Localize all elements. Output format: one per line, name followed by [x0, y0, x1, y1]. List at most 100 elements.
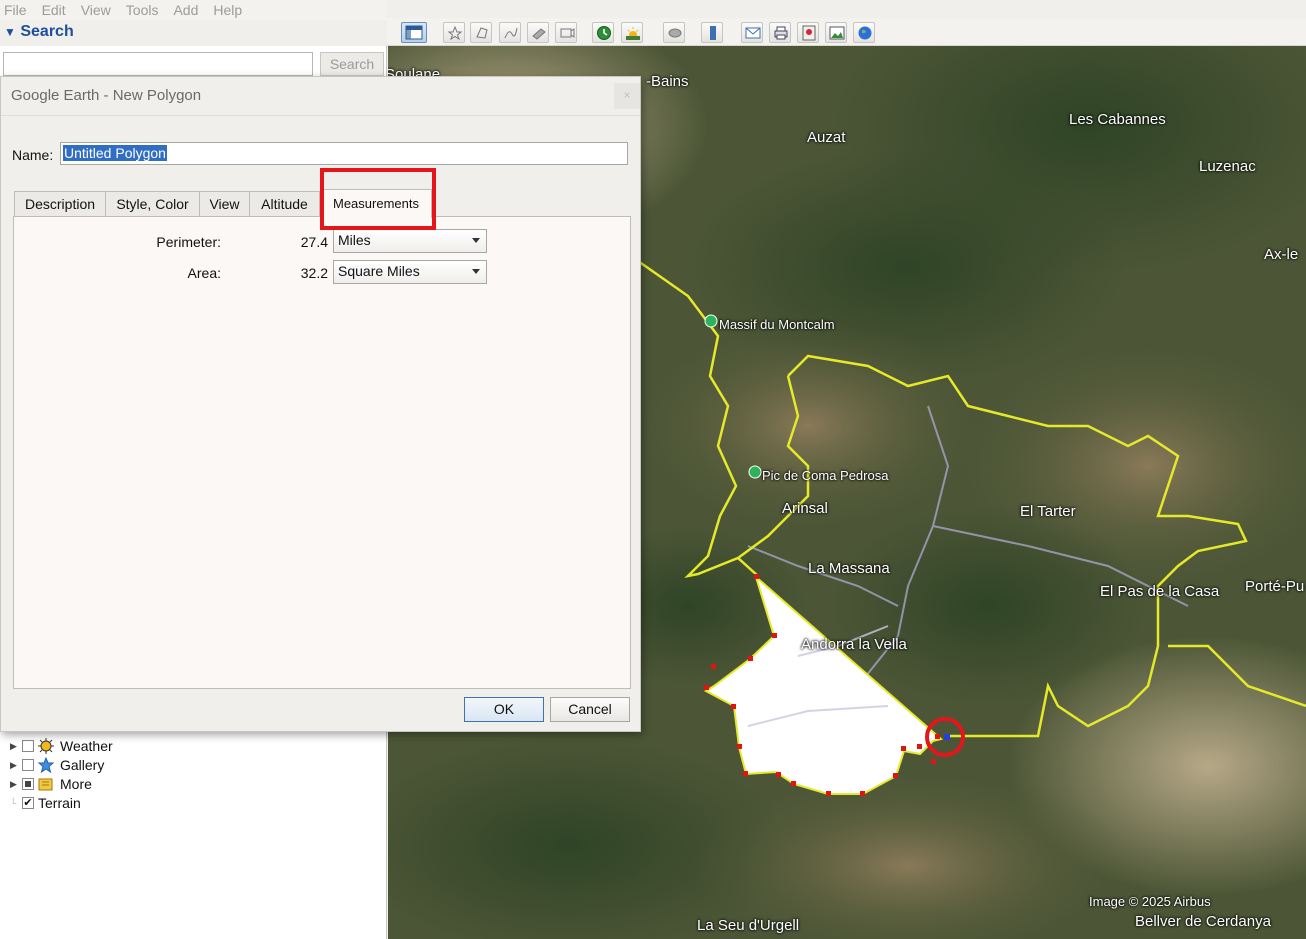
expand-arrow-icon[interactable]: ▶: [10, 760, 22, 771]
email-button[interactable]: [741, 22, 763, 43]
map-label: Luzenac: [1199, 158, 1256, 175]
ruler-icon: [710, 26, 716, 40]
search-button[interactable]: Search: [320, 52, 384, 76]
map-label: Auzat: [807, 129, 846, 146]
peak-marker-montcalm[interactable]: [704, 314, 718, 328]
add-polygon-button[interactable]: [470, 22, 492, 43]
name-value: Untitled Polygon: [63, 145, 167, 161]
path-icon: [504, 27, 518, 39]
maps-icon: [802, 25, 816, 41]
menu-tools[interactable]: Tools: [126, 2, 159, 18]
switch-to-sky-button[interactable]: [663, 22, 685, 43]
menu-add[interactable]: Add: [173, 2, 198, 18]
menu-bar: File Edit View Tools Add Help: [0, 0, 387, 20]
active-vertex[interactable]: [944, 734, 950, 740]
expand-arrow-icon[interactable]: ▶: [10, 741, 22, 752]
perimeter-unit-select[interactable]: Miles: [333, 229, 487, 253]
map-label: Andorra la Vella: [801, 636, 907, 653]
title-divider: [1, 115, 640, 116]
area-unit-value: Square Miles: [338, 263, 420, 279]
area-label: Area:: [187, 265, 221, 281]
image-icon: [829, 26, 845, 40]
tree-connector: └: [10, 798, 17, 808]
area-value: 32.2: [300, 265, 328, 281]
layer-checkbox[interactable]: [22, 740, 34, 752]
perimeter-value: 27.4: [300, 234, 328, 250]
name-input[interactable]: Untitled Polygon: [60, 142, 628, 165]
cancel-button[interactable]: Cancel: [550, 697, 630, 722]
layer-item-weather[interactable]: ▶ Weather: [10, 737, 113, 755]
record-tour-icon: [560, 28, 575, 38]
map-label: Bellver de Cerdanya: [1135, 913, 1271, 930]
print-button[interactable]: [769, 22, 791, 43]
save-image-button[interactable]: [825, 22, 847, 43]
layer-item-gallery[interactable]: ▶ Gallery: [10, 756, 104, 774]
sun-icon: [626, 27, 640, 40]
ok-button[interactable]: OK: [464, 697, 544, 722]
planet-icon: [668, 28, 682, 38]
layer-item-more[interactable]: ▶ More: [10, 775, 92, 793]
email-icon: [745, 27, 761, 39]
close-button[interactable]: ×: [614, 83, 640, 109]
perimeter-label: Perimeter:: [156, 234, 221, 250]
measurements-panel: Perimeter: 27.4 Miles Area: 32.2 Square …: [13, 216, 631, 689]
layer-checkbox[interactable]: [22, 778, 34, 790]
chevron-down-icon: [472, 238, 480, 243]
menu-view[interactable]: View: [81, 2, 111, 18]
add-placemark-button[interactable]: [443, 22, 465, 43]
earth-button[interactable]: [853, 22, 875, 43]
map-label: Ax-le: [1264, 246, 1299, 263]
map-label: Les Cabannes: [1069, 111, 1166, 128]
perimeter-unit-value: Miles: [338, 232, 371, 248]
placemark-icon: [447, 25, 463, 41]
more-folder-icon: [38, 776, 54, 792]
map-label: El Pas de la Casa: [1100, 583, 1220, 600]
tab-style-color[interactable]: Style, Color: [105, 191, 200, 217]
polygon-icon: [476, 27, 488, 39]
expand-arrow-icon[interactable]: ▶: [10, 779, 22, 790]
layer-item-terrain[interactable]: └ ✔ Terrain: [10, 794, 81, 812]
clock-icon: [597, 26, 611, 40]
menu-edit[interactable]: Edit: [42, 2, 66, 18]
layer-label: Weather: [60, 738, 113, 754]
gallery-star-icon: [37, 756, 55, 774]
tab-description[interactable]: Description: [14, 191, 106, 217]
tab-altitude[interactable]: Altitude: [249, 191, 320, 217]
dialog-title: Google Earth - New Polygon: [11, 87, 202, 104]
map-label: La Massana: [808, 560, 890, 577]
map-label: Pic de Coma Pedrosa: [762, 468, 889, 483]
layer-checkbox[interactable]: [22, 759, 34, 771]
map-label: -Bains: [646, 73, 689, 90]
ruler-button[interactable]: [701, 22, 723, 43]
layer-checkbox[interactable]: ✔: [22, 797, 34, 809]
area-unit-select[interactable]: Square Miles: [333, 260, 487, 284]
chevron-down-icon: [472, 269, 480, 274]
map-label: Arinsal: [782, 500, 828, 517]
tab-view[interactable]: View: [199, 191, 250, 217]
layer-label: Gallery: [60, 757, 105, 773]
globe-icon: [858, 26, 872, 40]
sidebar-toggle-button[interactable]: [401, 22, 427, 43]
map-label: Porté-Pu: [1245, 578, 1305, 595]
menu-help[interactable]: Help: [213, 2, 242, 18]
sunlight-button[interactable]: [621, 22, 643, 43]
google-maps-button[interactable]: [797, 22, 819, 43]
add-image-overlay-button[interactable]: [527, 22, 549, 43]
menu-file[interactable]: File: [4, 2, 27, 18]
imagery-copyright: Image © 2025 Airbus: [1089, 894, 1211, 909]
weather-icon: [38, 738, 54, 754]
historical-imagery-button[interactable]: [592, 22, 614, 43]
add-path-button[interactable]: [499, 22, 521, 43]
toolbar: [387, 18, 1306, 46]
peak-marker-coma-pedrosa[interactable]: [748, 465, 762, 479]
image-overlay-icon: [532, 28, 546, 40]
record-tour-button[interactable]: [555, 22, 577, 43]
search-input[interactable]: [3, 52, 313, 76]
search-header-label: Search: [20, 23, 74, 40]
search-panel-header[interactable]: ▼ Search: [0, 20, 387, 46]
name-label: Name:: [12, 147, 54, 163]
tab-measurements[interactable]: Measurements: [320, 189, 432, 218]
map-label: Massif du Montcalm: [719, 317, 835, 332]
map-label: La Seu d'Urgell: [697, 917, 800, 934]
new-polygon-dialog: Google Earth - New Polygon × Name: Untit…: [0, 76, 641, 732]
